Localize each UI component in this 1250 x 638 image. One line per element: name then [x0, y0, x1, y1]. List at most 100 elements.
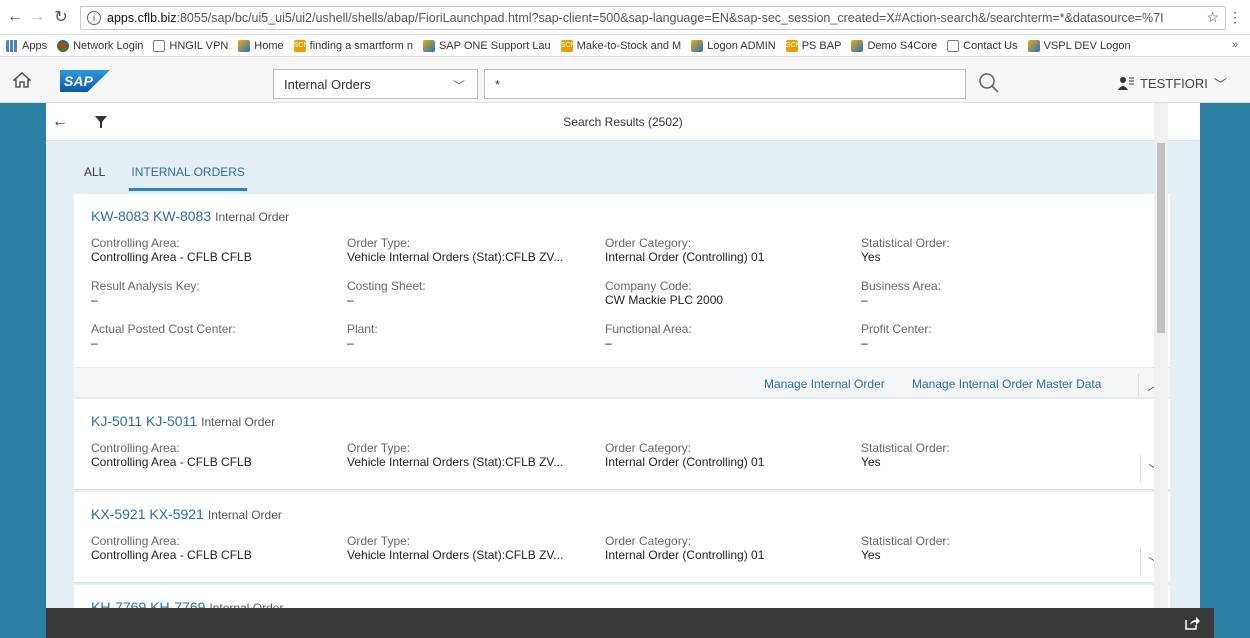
attribute-label: Business Area:	[861, 279, 942, 293]
attribute-label: Statistical Order:	[861, 236, 950, 250]
bookmarks-bar: Apps Network Login HNGIL VPN Home SCN finding…	[0, 35, 1250, 57]
attribute-label: Order Type:	[347, 441, 411, 455]
attribute-value: Internal Order (Controlling) 01	[605, 548, 765, 562]
bookmark-item[interactable]: Logon ADMIN	[691, 39, 776, 52]
bookmark-star-icon[interactable]: ☆	[1202, 9, 1219, 26]
result-card[interactable]: KH-7769 KH-7769 Internal Order	[74, 585, 1170, 608]
bookmark-item[interactable]: SCN PS BAP	[785, 39, 841, 52]
attribute-field: Statistical Order: Yes	[861, 441, 1101, 469]
order-link[interactable]: KX-5921 KX-5921	[91, 506, 204, 522]
manage-internal-order-master-data-link[interactable]: Manage Internal Order Master Data	[912, 377, 1101, 391]
attribute-field: Controlling Area: Controlling Area - CFLB…	[91, 534, 331, 562]
bookmark-label: Demo S4Core	[867, 39, 938, 52]
shell-header: SAP Internal Orders ﹀ TESTFIORI ﹀	[0, 57, 1250, 103]
order-link[interactable]: KW-8083 KW-8083	[91, 208, 211, 224]
bookmark-sap-icon	[422, 39, 435, 52]
scrollbar[interactable]	[1154, 103, 1168, 608]
attribute-value: Controlling Area - CFLB CFLB	[91, 250, 252, 264]
attribute-field: Functional Area: –	[605, 322, 845, 350]
attribute-value: –	[347, 336, 354, 350]
user-icon	[1118, 77, 1134, 90]
card-title: KJ-5011 KJ-5011 Internal Order	[91, 413, 275, 429]
attribute-field: Controlling Area: Controlling Area - CFLB…	[91, 236, 331, 264]
bookmark-item[interactable]: Contact Us	[947, 39, 1018, 52]
tab-all[interactable]: ALL	[82, 165, 107, 191]
results-header: ← Search Results (2502)	[46, 103, 1200, 141]
attribute-value: –	[861, 293, 868, 307]
order-link[interactable]: KJ-5011 KJ-5011	[91, 413, 197, 429]
bookmark-item[interactable]: HNGIL VPN	[153, 39, 228, 52]
search-scope-value: Internal Orders	[284, 76, 371, 92]
bookmark-item[interactable]: Demo S4Core	[851, 39, 938, 52]
attribute-label: Controlling Area:	[91, 236, 180, 250]
bookmark-scn-icon: SCN	[560, 39, 575, 52]
footer-bar	[46, 608, 1214, 638]
attribute-field: Business Area: –	[861, 279, 1101, 307]
bookmark-label: Contact Us	[963, 39, 1018, 52]
attribute-value: Controlling Area - CFLB CFLB	[91, 548, 252, 562]
bookmark-item[interactable]: SCN finding a smartform n	[293, 39, 413, 52]
bookmark-scn-icon: SCN	[293, 39, 308, 52]
reload-icon[interactable]: ↻	[50, 6, 72, 28]
bookmark-item[interactable]: VSPL DEV Logon	[1027, 39, 1131, 52]
attribute-field: Statistical Order: Yes	[861, 236, 1101, 264]
bookmark-apps-icon	[6, 39, 18, 52]
result-card[interactable]: KW-8083 KW-8083 Internal Order Controlling…	[74, 194, 1170, 397]
attribute-field: Actual Posted Cost Center: –	[91, 322, 331, 350]
attribute-value: Vehicle Internal Orders (Stat):CFLB ZV..…	[347, 455, 564, 469]
attribute-field: Order Type: Vehicle Internal Orders (Stat…	[347, 534, 587, 562]
user-name: TESTFIORI	[1140, 75, 1208, 91]
bookmarks-overflow-button[interactable]: »	[1232, 39, 1238, 51]
manage-internal-order-link[interactable]: Manage Internal Order	[764, 377, 885, 391]
card-actions-bar: Manage Internal Order Manage Internal Ord…	[74, 367, 1170, 397]
user-menu-button[interactable]: TESTFIORI ﹀	[1118, 69, 1227, 97]
address-bar[interactable]: i apps.cflb.biz:8055/sap/bc/ui5_ui5/ui2/…	[80, 6, 1226, 30]
result-card[interactable]: KX-5921 KX-5921 Internal Order Controlling…	[74, 492, 1170, 583]
url-host: apps.cflb.biz	[107, 11, 177, 25]
attribute-label: Statistical Order:	[861, 441, 950, 455]
bookmark-label: VSPL DEV Logon	[1043, 39, 1131, 52]
attribute-value: Yes	[861, 455, 881, 469]
attribute-field: Result Analysis Key: –	[91, 279, 331, 307]
attribute-field: Order Category: Internal Order (Controlli…	[605, 236, 845, 264]
bookmark-label: finding a smartform n	[309, 39, 413, 52]
url-path: :8055/sap/bc/ui5_ui5/ui2/ushell/shells/a…	[176, 11, 1164, 25]
scrollbar-thumb[interactable]	[1157, 143, 1165, 333]
bookmark-item[interactable]: Home	[238, 39, 284, 52]
attribute-field: Plant: –	[347, 322, 587, 350]
bookmark-item[interactable]: Apps	[6, 39, 47, 52]
search-scope-select[interactable]: Internal Orders ﹀	[273, 69, 478, 99]
bookmark-item[interactable]: SCN Make-to-Stock and M	[560, 39, 681, 52]
tab-internal-orders[interactable]: INTERNAL ORDERS	[129, 165, 247, 191]
attribute-field: Costing Sheet: –	[347, 279, 587, 307]
attribute-value: –	[91, 293, 98, 307]
bookmark-label: Home	[254, 39, 284, 52]
info-icon[interactable]: i	[87, 11, 101, 25]
bookmark-sap-icon	[851, 39, 864, 52]
bookmark-item[interactable]: SAP ONE Support Lau	[422, 39, 551, 52]
card-title: KX-5921 KX-5921 Internal Order	[91, 506, 282, 522]
share-icon[interactable]	[1184, 615, 1200, 631]
attribute-label: Statistical Order:	[861, 534, 950, 548]
attribute-label: Functional Area:	[605, 322, 692, 336]
search-input[interactable]	[484, 69, 966, 99]
bookmark-item[interactable]: Network Login	[57, 39, 143, 52]
attribute-value: CW Mackie PLC 2000	[605, 293, 724, 307]
attribute-field: Order Category: Internal Order (Controlli…	[605, 534, 845, 562]
attribute-label: Costing Sheet:	[347, 279, 426, 293]
result-card[interactable]: KJ-5011 KJ-5011 Internal Order Controlling…	[74, 399, 1170, 490]
browser-menu-icon[interactable]: ⋮	[1228, 9, 1242, 26]
attribute-label: Order Category:	[605, 441, 692, 455]
forward-arrow-icon[interactable]: →	[26, 6, 48, 28]
sap-logo: SAP	[60, 70, 110, 92]
back-arrow-icon[interactable]: ←	[4, 6, 26, 28]
search-icon[interactable]	[972, 67, 1006, 99]
attribute-label: Order Type:	[347, 236, 411, 250]
card-title: KW-8083 KW-8083 Internal Order	[91, 208, 289, 224]
bookmark-page-icon	[153, 39, 166, 52]
attribute-label: Controlling Area:	[91, 441, 180, 455]
home-icon[interactable]	[0, 57, 44, 103]
attribute-value: –	[861, 336, 868, 350]
attribute-label: Company Code:	[605, 279, 692, 293]
order-link[interactable]: KH-7769 KH-7769	[91, 599, 205, 608]
